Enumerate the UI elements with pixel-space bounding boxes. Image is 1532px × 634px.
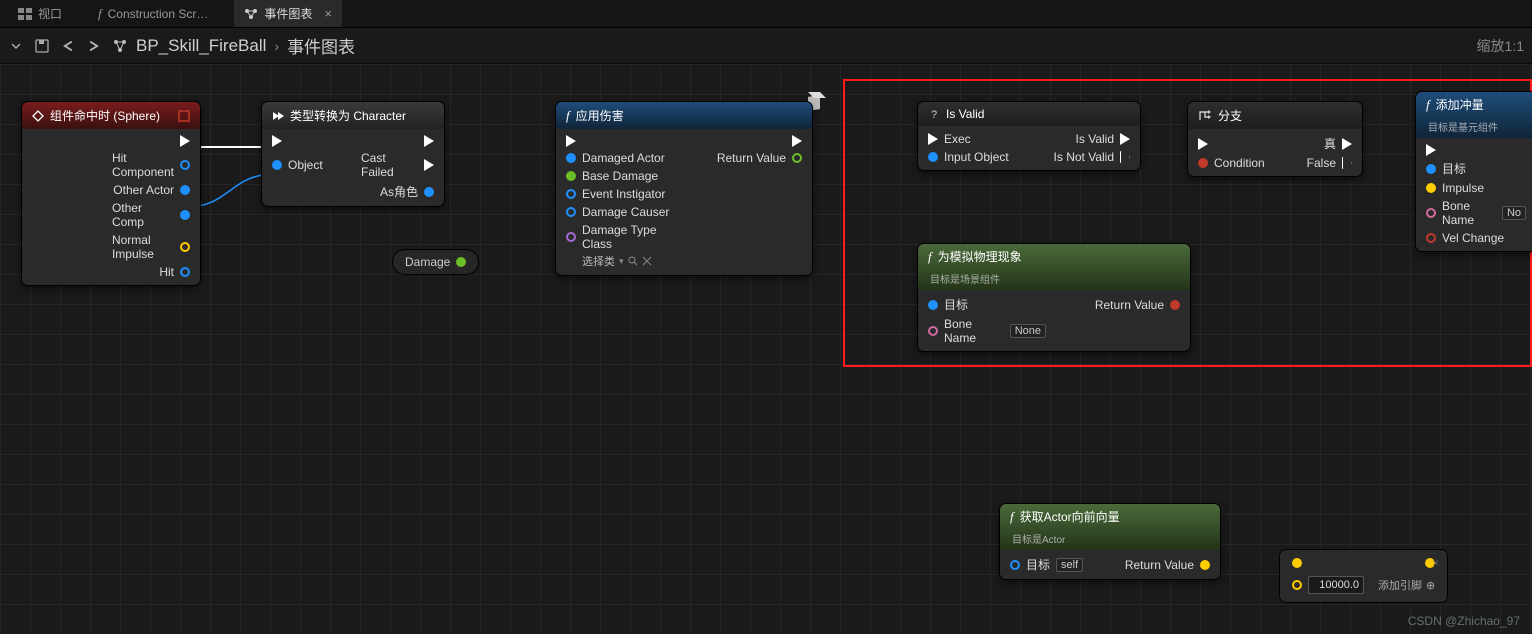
function-icon: f — [1010, 509, 1014, 525]
pin-target[interactable]: 目标 — [944, 296, 968, 313]
pin-base-damage[interactable]: Base Damage — [582, 169, 658, 183]
pin-cast-failed[interactable]: Cast Failed — [361, 151, 418, 179]
function-icon: f — [566, 108, 570, 124]
pin-other-actor[interactable]: Other Actor — [113, 183, 174, 197]
node-component-hit[interactable]: 组件命中时 (Sphere) Hit Component Other Actor… — [22, 102, 200, 285]
node-subtitle: 目标是场景组件 — [930, 271, 1000, 286]
pin-damage-type[interactable]: Damage Type Class — [582, 223, 676, 251]
tab-eventgraph-label: 事件图表 — [264, 5, 312, 22]
close-icon[interactable]: × — [1432, 556, 1439, 570]
function-icon: f — [98, 6, 102, 22]
pin-true[interactable]: 真 — [1324, 135, 1336, 152]
node-is-valid[interactable]: ? Is Valid Exec Is Valid Input Object Is… — [918, 102, 1140, 170]
damage-type-selector[interactable]: 选择类▾ — [582, 253, 652, 269]
breadcrumb: BP_Skill_FireBall › 事件图表 — [112, 33, 355, 58]
graph-canvas[interactable]: 组件命中时 (Sphere) Hit Component Other Actor… — [0, 64, 1532, 634]
pin-return-value[interactable]: Return Value — [717, 151, 786, 165]
chevron-right-icon: › — [274, 38, 279, 54]
target-self-input[interactable]: self — [1056, 558, 1083, 572]
pin-other-comp[interactable]: Other Comp — [112, 201, 174, 229]
pin-target[interactable]: 目标 — [1442, 160, 1466, 177]
question-icon: ? — [928, 108, 940, 120]
tab-viewport[interactable]: 视口 — [8, 0, 72, 27]
node-title: 应用伤害 — [576, 107, 624, 124]
search-icon — [628, 256, 638, 266]
variable-damage[interactable]: Damage — [393, 250, 478, 274]
pin-input-object[interactable]: Input Object — [944, 150, 1009, 164]
breadcrumb-bp[interactable]: BP_Skill_FireBall — [136, 36, 266, 56]
pin-as-character[interactable]: As角色 — [380, 183, 418, 200]
node-title: 获取Actor向前向量 — [1020, 508, 1120, 525]
tab-construction[interactable]: f Construction Scr… — [88, 0, 218, 27]
pin-return-value[interactable]: Return Value — [1125, 558, 1194, 572]
node-apply-damage[interactable]: f 应用伤害 Damaged Actor Return Value Base D… — [556, 102, 812, 275]
pin-vel-change[interactable]: Vel Change — [1442, 231, 1504, 245]
pin-hit-component[interactable]: Hit Component — [112, 151, 174, 179]
pin-condition[interactable]: Condition — [1214, 156, 1265, 170]
node-branch[interactable]: 分支 真 Condition False — [1188, 102, 1362, 176]
tab-close-icon[interactable]: × — [324, 6, 332, 21]
pin-false[interactable]: False — [1307, 156, 1336, 170]
node-title: 组件命中时 (Sphere) — [50, 107, 160, 124]
tab-eventgraph[interactable]: 事件图表 × — [234, 0, 342, 27]
save-icon[interactable] — [34, 38, 50, 54]
editor-tabs: 视口 f Construction Scr… 事件图表 × — [0, 0, 1532, 28]
pin-normal-impulse[interactable]: Normal Impulse — [112, 233, 174, 261]
blueprint-icon — [112, 38, 128, 54]
branch-icon — [1198, 110, 1212, 122]
node-title: 为模拟物理现象 — [938, 248, 1022, 265]
watermark: CSDN @Zhichao_97 — [1408, 614, 1520, 628]
clear-icon — [642, 256, 652, 266]
grid-icon — [18, 8, 32, 20]
node-subtitle: 目标是基元组件 — [1428, 119, 1498, 134]
node-title: 添加冲量 — [1436, 96, 1484, 113]
pin-exec[interactable]: Exec — [944, 132, 971, 146]
node-cast-character[interactable]: 类型转换为 Character Object Cast Failed As角色 — [262, 102, 444, 206]
delegate-pin-icon — [178, 110, 190, 122]
breadcrumb-page[interactable]: 事件图表 — [287, 33, 355, 58]
pin-target[interactable]: 目标 — [1026, 556, 1050, 573]
node-get-forward-vector[interactable]: f 获取Actor向前向量 目标是Actor 目标 self Return Val… — [1000, 504, 1220, 579]
graph-icon — [244, 8, 258, 20]
pin-hit[interactable]: Hit — [159, 265, 174, 279]
svg-text:?: ? — [931, 109, 937, 120]
bone-name-input[interactable]: No — [1502, 206, 1526, 220]
variable-label: Damage — [405, 255, 450, 269]
chevron-down-icon[interactable] — [8, 38, 24, 54]
node-simulate-physics[interactable]: f 为模拟物理现象 目标是场景组件 目标 Return Value Bone N… — [918, 244, 1190, 351]
node-title: 类型转换为 Character — [290, 107, 406, 124]
pin-impulse[interactable]: Impulse — [1442, 181, 1484, 195]
function-icon: f — [1426, 97, 1430, 113]
node-add-impulse[interactable]: f 添加冲量 目标是基元组件 目标 Impulse Bone Name No Ve… — [1416, 92, 1532, 251]
breadcrumb-bar: BP_Skill_FireBall › 事件图表 缩放1:1 — [0, 28, 1532, 64]
node-title: 分支 — [1218, 107, 1242, 124]
pin-bone-name[interactable]: Bone Name — [944, 317, 1004, 345]
tab-viewport-label: 视口 — [38, 5, 62, 22]
nav-back-icon[interactable] — [60, 38, 76, 54]
pin-event-instigator[interactable]: Event Instigator — [582, 187, 665, 201]
node-title: Is Valid — [946, 107, 984, 121]
event-icon — [32, 110, 44, 122]
pin-is-not-valid[interactable]: Is Not Valid — [1054, 150, 1114, 164]
node-subtitle: 目标是Actor — [1012, 531, 1065, 546]
pin-object[interactable]: Object — [288, 158, 323, 172]
tab-construction-label: Construction Scr… — [108, 7, 209, 21]
cast-icon — [272, 110, 284, 122]
pin-damage-causer[interactable]: Damage Causer — [582, 205, 669, 219]
bone-name-input[interactable]: None — [1010, 324, 1046, 338]
node-multiply[interactable]: × 添加引脚⊕ — [1280, 550, 1447, 602]
multiply-input[interactable] — [1308, 576, 1364, 594]
zoom-level: 缩放1:1 — [1477, 36, 1524, 56]
function-icon: f — [928, 249, 932, 265]
pin-bone-name[interactable]: Bone Name — [1442, 199, 1496, 227]
pin-return-value[interactable]: Return Value — [1095, 298, 1164, 312]
add-pin-button[interactable]: 添加引脚⊕ — [1378, 577, 1435, 593]
nav-forward-icon[interactable] — [86, 38, 102, 54]
pin-is-valid[interactable]: Is Valid — [1076, 132, 1114, 146]
pin-damaged-actor[interactable]: Damaged Actor — [582, 151, 665, 165]
